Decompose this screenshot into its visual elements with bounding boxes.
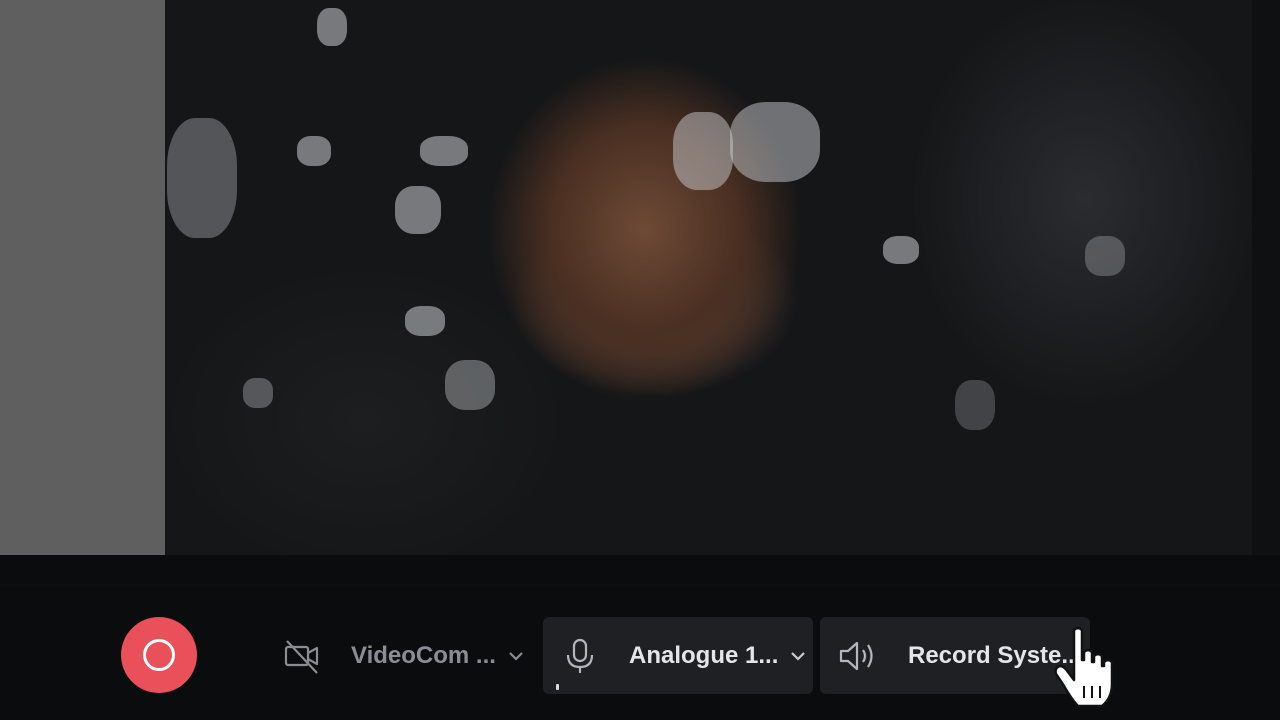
preview-side-strip bbox=[0, 0, 165, 555]
camera-preview-frame bbox=[165, 0, 1252, 555]
preview-area bbox=[0, 0, 1280, 555]
microphone-label: Analogue 1... bbox=[629, 641, 779, 669]
chevron-down-icon bbox=[504, 644, 528, 668]
microphone-selector[interactable]: Analogue 1... bbox=[543, 617, 813, 694]
recorder-window: VideoCom ... Analogue 1... Record Syste.… bbox=[0, 0, 1280, 720]
toolbar-divider bbox=[0, 584, 1280, 586]
speaker-icon bbox=[836, 634, 880, 678]
record-circle-icon bbox=[143, 639, 175, 671]
mic-level-indicator bbox=[556, 684, 559, 690]
microphone-icon bbox=[558, 634, 602, 678]
chevron-down-icon bbox=[786, 644, 810, 668]
record-button[interactable] bbox=[121, 617, 197, 693]
system-audio-selector[interactable]: Record Syste... bbox=[820, 617, 1090, 694]
system-audio-label: Record Syste... bbox=[908, 641, 1082, 669]
preview-right-edge bbox=[1252, 0, 1280, 555]
camera-selector[interactable]: VideoCom ... bbox=[270, 617, 532, 694]
camera-label: VideoCom ... bbox=[351, 641, 496, 669]
camera-off-icon bbox=[280, 634, 324, 678]
